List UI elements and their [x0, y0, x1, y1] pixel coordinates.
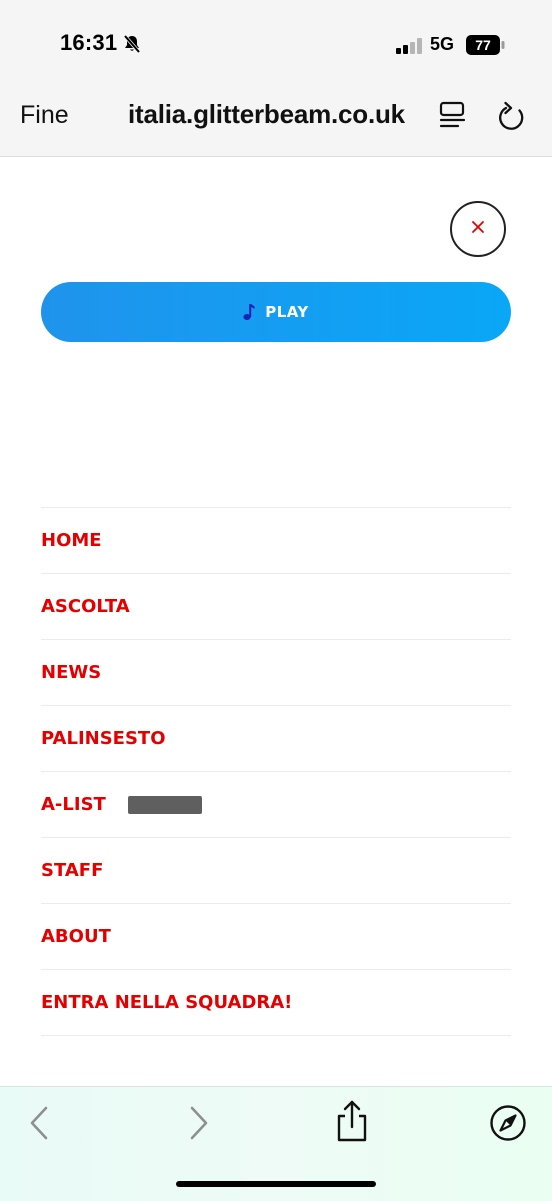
close-icon	[470, 219, 486, 240]
status-time: 16:31	[60, 30, 118, 55]
forward-icon[interactable]	[184, 1105, 212, 1146]
url-field[interactable]: italia.glitterbeam.co.uk	[128, 99, 405, 130]
redacted-badge	[127, 795, 202, 814]
network-type: 5G	[430, 34, 455, 54]
home-indicator[interactable]	[176, 1181, 376, 1187]
compass-icon[interactable]	[488, 1103, 528, 1148]
share-icon[interactable]	[334, 1099, 370, 1148]
play-label: PLAY	[265, 303, 309, 321]
battery-level: 77	[475, 37, 491, 53]
menu-item-label: PALINSESTO	[41, 728, 166, 749]
menu-item-label: STAFF	[41, 860, 104, 881]
bell-slash-icon	[122, 34, 142, 59]
menu-item-label: NEWS	[41, 662, 102, 683]
menu-item-label: A-LIST	[41, 794, 106, 815]
menu-item-palinsesto[interactable]: PALINSESTO	[41, 706, 511, 772]
status-bar: 16:31 5G 77	[0, 0, 552, 76]
browser-toolbar: Fine italia.glitterbeam.co.uk	[0, 76, 552, 157]
play-button[interactable]: PLAY	[41, 282, 511, 342]
menu-item-ascolta[interactable]: ASCOLTA	[41, 574, 511, 640]
menu-item-label: HOME	[41, 530, 102, 551]
signal-icon	[396, 38, 424, 59]
nav-menu: HOME ASCOLTA NEWS PALINSESTO A-LIST STAF…	[41, 507, 511, 1036]
close-menu-button[interactable]	[450, 201, 506, 257]
done-button[interactable]: Fine	[20, 101, 69, 130]
menu-item-home[interactable]: HOME	[41, 508, 511, 574]
music-note-icon	[243, 303, 255, 321]
reader-icon[interactable]	[437, 100, 469, 137]
reload-icon[interactable]	[496, 100, 528, 139]
menu-item-about[interactable]: ABOUT	[41, 904, 511, 970]
menu-item-news[interactable]: NEWS	[41, 640, 511, 706]
menu-item-label: ASCOLTA	[41, 596, 130, 617]
menu-item-a-list[interactable]: A-LIST	[41, 772, 511, 838]
menu-item-label: ABOUT	[41, 926, 111, 947]
menu-item-staff[interactable]: STAFF	[41, 838, 511, 904]
back-icon[interactable]	[26, 1105, 54, 1146]
menu-item-label: ENTRA NELLA SQUADRA!	[41, 992, 293, 1013]
menu-item-entra-nella-squadra[interactable]: ENTRA NELLA SQUADRA!	[41, 970, 511, 1036]
